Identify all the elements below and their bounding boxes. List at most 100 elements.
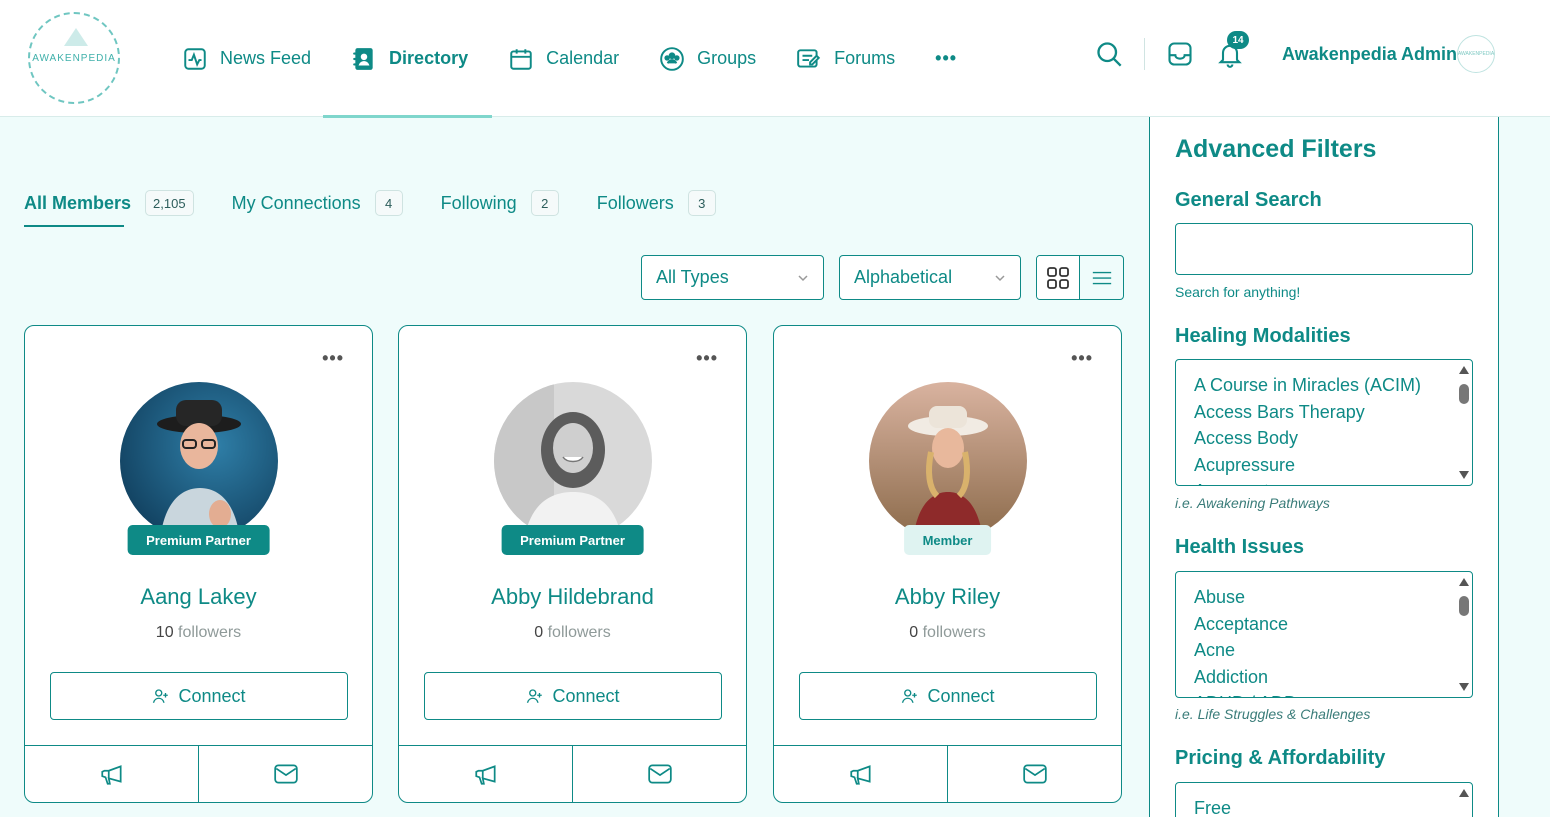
list-item[interactable]: A Course in Miracles (ACIM) — [1194, 372, 1472, 399]
card-menu-button[interactable]: ••• — [322, 348, 344, 369]
follower-number: 0 — [909, 624, 919, 641]
nav-forums[interactable]: Forums — [784, 0, 907, 117]
list-item[interactable]: Acne — [1194, 637, 1472, 664]
megaphone-icon — [849, 765, 871, 785]
listbox-scrollbar[interactable] — [1458, 574, 1470, 695]
list-view-button[interactable] — [1080, 256, 1123, 299]
calendar-icon — [510, 48, 532, 70]
envelope-icon — [273, 764, 298, 784]
card-menu-button[interactable]: ••• — [1071, 348, 1093, 369]
listbox-scrollbar[interactable] — [1458, 785, 1470, 817]
connect-button[interactable]: Connect — [424, 672, 722, 720]
follower-label: followers — [547, 624, 611, 641]
card-actions — [25, 745, 372, 802]
tab-label: Followers — [596, 192, 674, 213]
tab-my-connections[interactable]: My Connections 4 — [232, 188, 403, 218]
tab-all-members[interactable]: All Members 2,105 — [24, 188, 194, 218]
list-item[interactable]: Free — [1194, 795, 1472, 817]
health-issues-listbox[interactable]: Abuse Acceptance Acne Addiction ADHD / A… — [1175, 571, 1473, 698]
healing-modalities-listbox[interactable]: A Course in Miracles (ACIM) Access Bars … — [1175, 359, 1473, 486]
message-button[interactable] — [948, 746, 1121, 802]
card-menu-button[interactable]: ••• — [696, 348, 718, 369]
member-avatar[interactable] — [869, 382, 1027, 540]
chevron-down-icon — [995, 274, 1005, 281]
view-toggle — [1036, 255, 1124, 300]
member-type-select[interactable]: All Types — [641, 255, 824, 300]
connect-button[interactable]: Connect — [50, 672, 348, 720]
tab-label: My Connections — [231, 192, 361, 213]
contact-card-icon — [353, 47, 373, 70]
member-card: ••• Premium Partner Aang Lakey 10 follow… — [24, 325, 373, 803]
tab-label: Following — [440, 192, 517, 213]
envelope-icon — [1022, 764, 1047, 784]
list-item[interactable]: Access Body — [1194, 425, 1472, 452]
list-item[interactable]: Access Bars Therapy — [1194, 399, 1472, 426]
scroll-up-icon — [1459, 366, 1469, 374]
connect-button[interactable]: Connect — [799, 672, 1097, 720]
follower-number: 0 — [534, 624, 544, 641]
awakenpedia-logo[interactable]: AWAKENPEDIA — [28, 12, 120, 104]
connect-label: Connect — [927, 685, 995, 706]
tab-count: 2,105 — [145, 190, 194, 216]
grid-view-button[interactable] — [1037, 256, 1081, 299]
general-search-help: Search for anything! — [1175, 284, 1301, 300]
nav-label: Forums — [834, 48, 896, 68]
search-icon[interactable] — [1095, 40, 1123, 68]
user-name[interactable]: Awakenpedia Admin — [1282, 44, 1457, 65]
member-avatar[interactable] — [494, 382, 652, 540]
general-search-heading: General Search — [1175, 189, 1322, 211]
message-button[interactable] — [199, 746, 372, 802]
scroll-thumb — [1459, 596, 1469, 616]
nav-groups[interactable]: Groups — [647, 0, 768, 117]
list-item[interactable]: Abuse — [1194, 584, 1472, 611]
add-user-icon — [902, 689, 918, 703]
follow-button[interactable] — [774, 746, 948, 802]
role-badge: Premium Partner — [127, 525, 270, 555]
groups-icon — [660, 46, 684, 71]
nav-more-button[interactable]: ••• — [923, 0, 969, 117]
member-avatar[interactable] — [120, 382, 278, 540]
user-avatar[interactable]: AWAKENPEDIA — [1457, 35, 1495, 73]
member-card: ••• Member Abby Riley 0 followers Connec… — [773, 325, 1122, 803]
main-nav: News Feed Directory Calendar Groups Foru… — [170, 0, 985, 118]
advanced-filters-sidebar: Advanced Filters General Search Search f… — [1149, 117, 1499, 817]
sidebar-title: Advanced Filters — [1175, 135, 1377, 163]
follower-label: followers — [178, 624, 242, 641]
avatar-logo-text: AWAKENPEDIA — [1457, 51, 1495, 57]
nav-directory[interactable]: Directory — [323, 0, 493, 118]
member-name[interactable]: Abby Riley — [774, 584, 1121, 610]
inbox-icon[interactable] — [1166, 40, 1194, 68]
grid-icon — [1047, 266, 1069, 289]
pricing-listbox[interactable]: Free — [1175, 782, 1473, 817]
member-name[interactable]: Abby Hildebrand — [399, 584, 746, 610]
member-name[interactable]: Aang Lakey — [25, 584, 372, 610]
notification-count-badge: 14 — [1227, 31, 1249, 49]
list-item[interactable]: Acceptance — [1194, 611, 1472, 638]
role-badge: Premium Partner — [501, 525, 644, 555]
listbox-scrollbar[interactable] — [1458, 362, 1470, 483]
nav-news-feed[interactable]: News Feed — [170, 0, 323, 117]
list-item[interactable]: Acupuncture — [1194, 478, 1472, 485]
tab-count: 2 — [530, 190, 559, 216]
follower-count: 10 followers — [25, 624, 372, 642]
follower-count: 0 followers — [774, 624, 1121, 642]
select-value: Alphabetical — [854, 267, 953, 287]
nav-label: Calendar — [546, 48, 620, 68]
list-item[interactable]: Acupressure — [1194, 452, 1472, 479]
add-user-icon — [527, 689, 543, 703]
scroll-down-icon — [1459, 471, 1469, 479]
list-item[interactable]: ADHD / ADD — [1194, 690, 1472, 697]
member-order-select[interactable]: Alphabetical — [839, 255, 1021, 300]
tab-followers[interactable]: Followers 3 — [597, 188, 716, 218]
nav-calendar[interactable]: Calendar — [496, 0, 631, 117]
follow-button[interactable] — [25, 746, 199, 802]
tab-following[interactable]: Following 2 — [441, 188, 559, 218]
message-button[interactable] — [573, 746, 746, 802]
follower-label: followers — [922, 624, 986, 641]
general-search-input[interactable] — [1175, 223, 1473, 275]
member-card: ••• Premium Partner Abby Hildebrand 0 fo… — [398, 325, 747, 803]
envelope-icon — [647, 764, 672, 784]
list-item[interactable]: Addiction — [1194, 664, 1472, 691]
select-value: All Types — [656, 267, 729, 287]
follow-button[interactable] — [399, 746, 573, 802]
